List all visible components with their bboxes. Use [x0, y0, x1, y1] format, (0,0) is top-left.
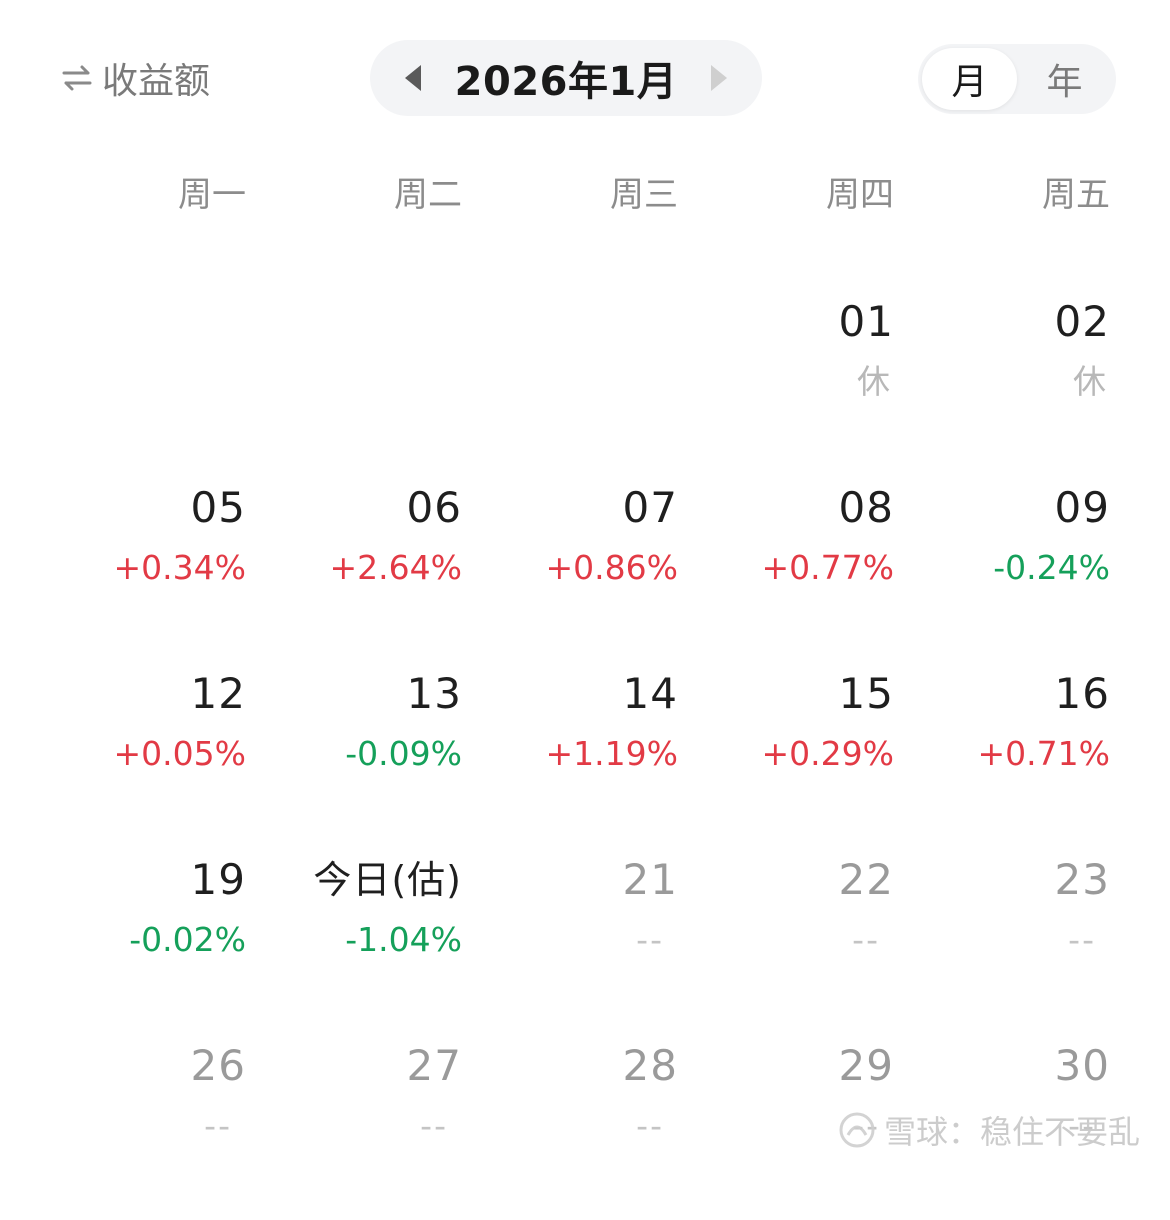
day-number: 26 — [190, 1041, 246, 1090]
day-number — [30, 290, 246, 354]
day-number: 13 — [406, 669, 462, 718]
holiday-label: 休 — [857, 362, 890, 401]
watermark-text: 雪球：稳住不要乱 — [883, 1113, 1140, 1151]
day-return: -- — [204, 1106, 232, 1145]
day-cell[interactable]: 02 休 — [894, 290, 1110, 476]
calendar-grid: 01 休 02 休 05 +0.34% 06 +2.64% 07 +0.86% 08 +0.77% 09… — [30, 290, 1110, 1220]
switch-mode-button[interactable]: 收益额 — [60, 52, 210, 104]
day-return: -- — [420, 1106, 448, 1145]
mode-label: 收益额 — [102, 61, 211, 102]
empty-day-cell — [246, 290, 462, 476]
day-cell[interactable]: 07 +0.86% — [462, 476, 678, 662]
day-cell[interactable]: 28 -- — [462, 1034, 678, 1220]
day-number: 22 — [838, 855, 894, 904]
watermark: 雪球：稳住不要乱 — [838, 1107, 1140, 1153]
day-return: -1.04% — [345, 920, 462, 959]
day-return: +2.64% — [329, 548, 462, 587]
weekday-label: 周四 — [826, 175, 894, 215]
day-cell[interactable]: 09 -0.24% — [894, 476, 1110, 662]
day-number: 01 — [838, 297, 894, 346]
day-number: 30 — [1054, 1041, 1110, 1090]
weekday-header: 周一 周二 周三 周四 周五 — [30, 170, 1110, 220]
today-label: 今日(估) — [313, 858, 462, 902]
day-number: 12 — [190, 669, 246, 718]
day-number: 21 — [622, 855, 678, 904]
weekday-label: 周二 — [394, 175, 462, 215]
empty-day-cell — [462, 290, 678, 476]
period-year-option[interactable]: 年 — [1017, 48, 1112, 110]
day-cell[interactable]: 06 +2.64% — [246, 476, 462, 662]
swap-icon — [62, 65, 92, 91]
day-cell[interactable]: 14 +1.19% — [462, 662, 678, 848]
day-cell[interactable]: 19 -0.02% — [30, 848, 246, 1034]
day-return: +0.05% — [113, 734, 246, 773]
caret-left-icon — [404, 65, 421, 91]
day-return: -- — [1068, 920, 1096, 959]
day-return: -0.09% — [345, 734, 462, 773]
day-cell[interactable]: 05 +0.34% — [30, 476, 246, 662]
weekday-label: 周一 — [178, 175, 246, 215]
caret-right-icon — [711, 65, 728, 91]
day-cell[interactable]: 08 +0.77% — [678, 476, 894, 662]
day-number: 27 — [406, 1041, 462, 1090]
weekday-label: 周三 — [610, 175, 678, 215]
day-return: -- — [852, 920, 880, 959]
day-cell[interactable]: 13 -0.09% — [246, 662, 462, 848]
day-cell[interactable]: 27 -- — [246, 1034, 462, 1220]
day-number: 14 — [622, 669, 678, 718]
day-cell[interactable]: 今日(估) -1.04% — [246, 848, 462, 1034]
day-cell[interactable]: 12 +0.05% — [30, 662, 246, 848]
day-cell[interactable]: 22 -- — [678, 848, 894, 1034]
prev-month-button[interactable] — [393, 58, 433, 98]
day-return: -- — [636, 1106, 664, 1145]
day-return — [246, 360, 462, 404]
snowball-logo-icon — [839, 1112, 875, 1148]
day-number: 08 — [838, 483, 894, 532]
period-toggle: 月 年 — [918, 44, 1116, 114]
day-return — [30, 360, 246, 404]
day-cell[interactable]: 26 -- — [30, 1034, 246, 1220]
day-cell[interactable]: 01 休 — [678, 290, 894, 476]
day-number: 29 — [838, 1041, 894, 1090]
day-number: 16 — [1054, 669, 1110, 718]
day-return: +0.77% — [761, 548, 894, 587]
day-number: 07 — [622, 483, 678, 532]
weekday-label: 周五 — [1042, 175, 1110, 215]
empty-day-cell — [30, 290, 246, 476]
day-number: 23 — [1054, 855, 1110, 904]
day-cell[interactable]: 23 -- — [894, 848, 1110, 1034]
day-cell[interactable]: 21 -- — [462, 848, 678, 1034]
day-number: 06 — [406, 483, 462, 532]
day-cell[interactable]: 15 +0.29% — [678, 662, 894, 848]
day-number — [246, 290, 462, 354]
day-number: 28 — [622, 1041, 678, 1090]
day-number — [462, 290, 678, 354]
day-number: 02 — [1054, 297, 1110, 346]
next-month-button[interactable] — [699, 58, 739, 98]
month-label: 2026年1月 — [454, 59, 678, 105]
day-return: +0.34% — [113, 548, 246, 587]
day-return: -- — [636, 920, 664, 959]
day-number: 09 — [1054, 483, 1110, 532]
period-month-option[interactable]: 月 — [922, 48, 1017, 110]
holiday-label: 休 — [1073, 362, 1106, 401]
day-number: 19 — [190, 855, 246, 904]
day-return: -0.24% — [993, 548, 1110, 587]
day-return: +0.71% — [977, 734, 1110, 773]
month-navigator: 2026年1月 — [370, 40, 762, 116]
day-return: +0.86% — [545, 548, 678, 587]
day-return: +1.19% — [545, 734, 678, 773]
day-return: -0.02% — [129, 920, 246, 959]
day-return — [462, 360, 678, 404]
day-return: +0.29% — [761, 734, 894, 773]
day-number: 05 — [190, 483, 246, 532]
day-cell[interactable]: 16 +0.71% — [894, 662, 1110, 848]
day-number: 15 — [838, 669, 894, 718]
